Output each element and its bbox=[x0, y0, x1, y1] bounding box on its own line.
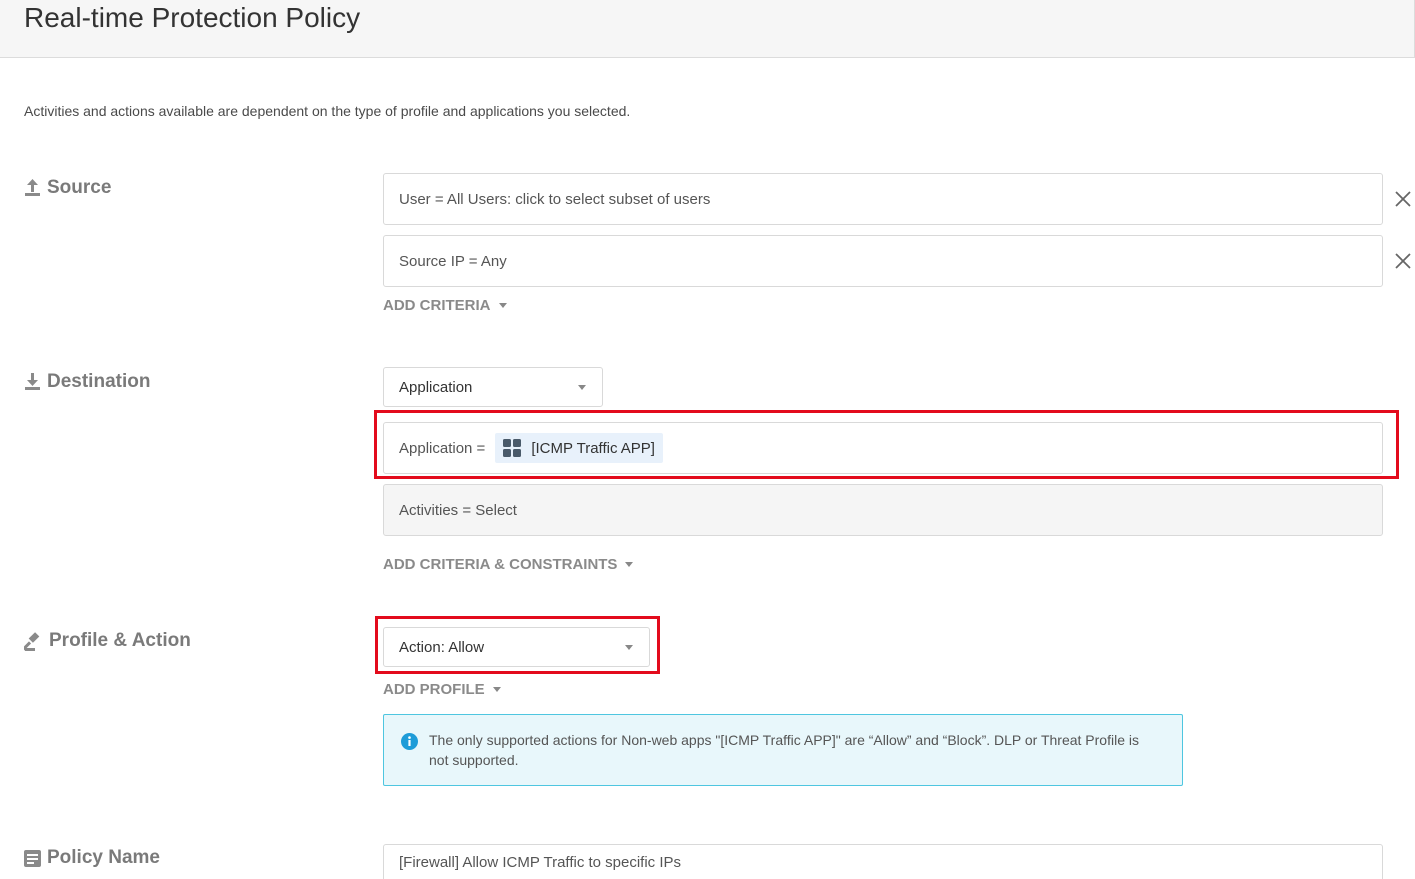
page-title: Real-time Protection Policy bbox=[24, 2, 361, 33]
activities-text: Activities = Select bbox=[399, 501, 517, 519]
source-label-text: Source bbox=[47, 177, 112, 198]
source-ip-text: Source IP = Any bbox=[399, 252, 507, 270]
source-section-label: Source bbox=[24, 177, 111, 199]
caret-down-icon bbox=[625, 562, 634, 567]
profile-action-label-text: Profile & Action bbox=[49, 630, 191, 651]
add-profile-button[interactable]: ADD PROFILE bbox=[383, 681, 501, 698]
destination-type-select[interactable]: Application bbox=[383, 367, 603, 407]
close-icon bbox=[1395, 191, 1411, 207]
action-highlight-box bbox=[375, 616, 660, 674]
caret-down-icon bbox=[498, 303, 507, 308]
application-highlight-box bbox=[374, 410, 1399, 479]
remove-source-ip-button[interactable] bbox=[1394, 252, 1412, 270]
add-criteria-constraints-label: ADD CRITERIA & CONSTRAINTS bbox=[383, 556, 618, 573]
add-profile-label: ADD PROFILE bbox=[383, 681, 485, 698]
info-icon bbox=[401, 733, 418, 755]
add-criteria-label: ADD CRITERIA bbox=[383, 297, 491, 314]
policy-name-label-text: Policy Name bbox=[47, 847, 160, 868]
policy-name-value: [Firewall] Allow ICMP Traffic to specifi… bbox=[399, 854, 682, 871]
page-description: Activities and actions available are dep… bbox=[24, 103, 631, 119]
user-criteria-field[interactable]: User = All Users: click to select subset… bbox=[383, 173, 1383, 225]
upload-icon bbox=[24, 179, 41, 197]
policy-name-input[interactable]: [Firewall] Allow ICMP Traffic to specifi… bbox=[383, 844, 1383, 879]
info-notice: The only supported actions for Non-web a… bbox=[383, 714, 1183, 786]
profile-action-section-label: Profile & Action bbox=[24, 630, 191, 652]
user-criteria-text: User = All Users: click to select subset… bbox=[399, 190, 711, 208]
add-criteria-constraints-button[interactable]: ADD CRITERIA & CONSTRAINTS bbox=[383, 556, 634, 573]
caret-down-icon bbox=[492, 687, 501, 692]
destination-type-value: Application bbox=[399, 378, 473, 396]
destination-label-text: Destination bbox=[47, 371, 151, 392]
chevron-down-icon bbox=[578, 385, 586, 390]
remove-user-criteria-button[interactable] bbox=[1394, 190, 1412, 208]
policy-name-section-label: Policy Name bbox=[24, 847, 160, 869]
gavel-icon bbox=[24, 631, 43, 651]
source-ip-field[interactable]: Source IP = Any bbox=[383, 235, 1383, 287]
destination-section-label: Destination bbox=[24, 371, 150, 393]
close-icon bbox=[1395, 253, 1411, 269]
info-notice-text: The only supported actions for Non-web a… bbox=[429, 732, 1139, 768]
document-icon bbox=[24, 849, 41, 867]
add-criteria-button[interactable]: ADD CRITERIA bbox=[383, 297, 507, 314]
activities-field[interactable]: Activities = Select bbox=[383, 484, 1383, 536]
download-icon bbox=[24, 373, 41, 391]
page-header: Real-time Protection Policy bbox=[0, 0, 1415, 58]
